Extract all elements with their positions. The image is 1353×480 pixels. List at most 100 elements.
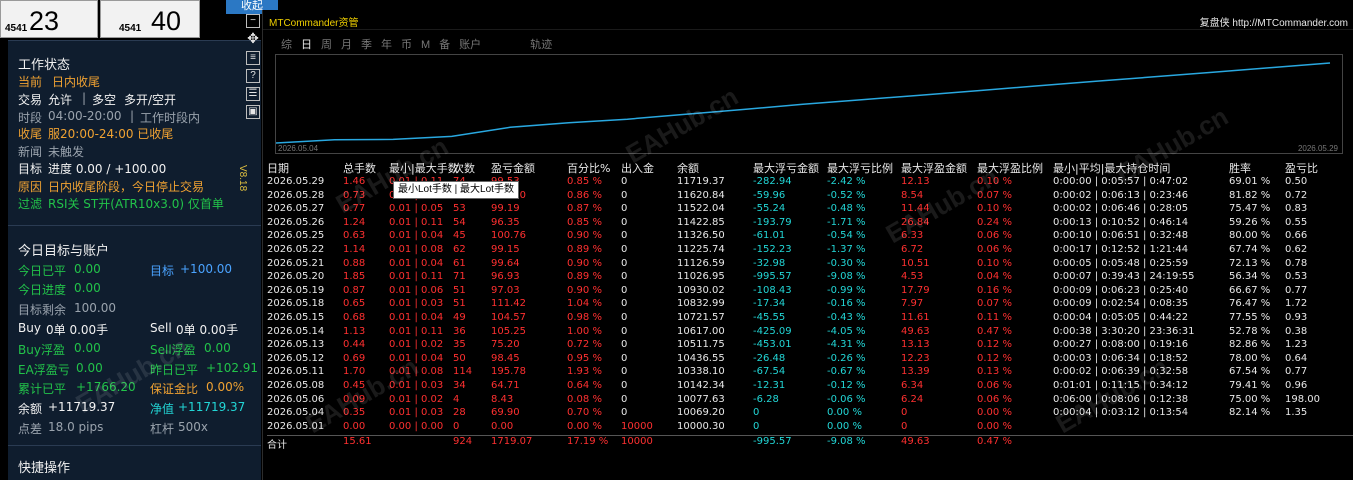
- cell: -0.99 %: [827, 284, 866, 296]
- cell: 10.51: [901, 257, 930, 269]
- cell: 0.11 %: [977, 312, 1012, 323]
- cell: 0.90 %: [567, 257, 602, 269]
- summary-row: 合计 15.61 924 1719.07 17.19 % 10000 -995.57 -9.0…: [267, 435, 1353, 451]
- cell: 51: [453, 284, 466, 296]
- status-title: 工作状态: [18, 58, 71, 73]
- cell: -0.26 %: [827, 352, 866, 364]
- cell: 0: [901, 420, 908, 432]
- cell: 0: [621, 284, 628, 296]
- cell: 67.54 %: [1229, 366, 1271, 378]
- cell: 6.72: [901, 244, 924, 255]
- tab-10[interactable]: 轨迹: [530, 39, 552, 51]
- cell: 64.71: [491, 380, 520, 391]
- price-prefix: 4541: [119, 23, 142, 34]
- cell: 0.01 | 0.03: [389, 298, 444, 310]
- cell: 105.25: [491, 325, 526, 337]
- cell: 0.00: [491, 420, 514, 432]
- cell: -12.31: [753, 380, 786, 391]
- cell: 最大浮亏比例: [827, 162, 893, 175]
- cell: 0:00:02 | 0:06:13 | 0:23:46: [1053, 189, 1189, 201]
- author-link[interactable]: 复盘侠 http://MTCommander.com: [1200, 14, 1348, 29]
- doc-icon[interactable]: ≡: [246, 51, 260, 65]
- cell: 11422.85: [677, 216, 725, 228]
- cell: 胜率: [1229, 162, 1251, 175]
- tab-1[interactable]: 日: [301, 39, 312, 51]
- cell: 4.53: [901, 271, 924, 283]
- cell: 0.72 %: [567, 339, 602, 351]
- reason-label: 原因: [18, 180, 43, 194]
- cell: 1.85: [343, 271, 366, 283]
- cell: 11719.37: [677, 176, 725, 187]
- cell: 2026.05.19: [267, 284, 325, 296]
- list-icon[interactable]: ☰: [246, 87, 260, 101]
- cell: 195.78: [491, 366, 526, 378]
- filter-label: 过滤: [18, 197, 43, 211]
- cell: 1.00 %: [567, 325, 602, 337]
- cell: 0.90 %: [567, 284, 602, 296]
- tab-5[interactable]: 年: [381, 39, 392, 51]
- save-icon[interactable]: ▣: [246, 105, 260, 119]
- cell: 98.45: [491, 352, 520, 364]
- tab-6[interactable]: 币: [401, 39, 412, 51]
- cell: -995.57: [753, 436, 792, 448]
- equity-label: 净值: [150, 402, 175, 416]
- cell: 0.16 %: [977, 284, 1012, 296]
- tab-8[interactable]: 备: [439, 39, 450, 51]
- cell: 1.93 %: [567, 366, 602, 378]
- quick-actions-title: 快捷操作: [18, 461, 71, 476]
- cell: 11225.74: [677, 244, 725, 255]
- cell: 0.50: [1285, 176, 1308, 187]
- cell: 0: [621, 189, 628, 201]
- tab-9[interactable]: 账户: [459, 39, 481, 51]
- tab-3[interactable]: 月: [341, 39, 352, 51]
- reason-value: 日内收尾阶段，今日停止交易: [48, 180, 205, 194]
- cell: 0:00:38 | 3:30:20 | 23:36:31: [1053, 325, 1195, 337]
- cell: 49.63: [901, 436, 930, 448]
- cell: 17.79: [901, 284, 930, 296]
- tab-4[interactable]: 季: [361, 39, 372, 51]
- table-row: 2026.05.20 1.85 0.01 | 0.11 71 96.93 0.89 % 0 1…: [267, 271, 1353, 284]
- move-icon[interactable]: ✥: [246, 31, 260, 46]
- cell: 10077.63: [677, 393, 725, 405]
- buy-float-label: Buy浮盈: [18, 343, 65, 357]
- cell: -26.48: [753, 352, 786, 364]
- cell: 11326.50: [677, 230, 725, 242]
- cell: 61: [453, 257, 466, 269]
- cell: -32.98: [753, 257, 786, 269]
- tab-7[interactable]: M: [421, 39, 430, 51]
- cell: -45.55: [753, 312, 786, 323]
- cell: 0: [621, 230, 628, 242]
- cell: 7.97: [901, 298, 924, 310]
- cell: 0.70 %: [567, 407, 602, 419]
- cell: 10338.10: [677, 366, 725, 378]
- tab-0[interactable]: 综: [281, 39, 292, 51]
- cell: 2026.05.08: [267, 380, 325, 391]
- close-label: 收尾: [18, 127, 43, 141]
- cell: 0: [621, 339, 628, 351]
- target2-label: 目标: [150, 264, 175, 278]
- cell: 2026.05.22: [267, 244, 325, 255]
- cell: 0.95 %: [567, 352, 602, 364]
- help-icon[interactable]: ?: [246, 69, 260, 83]
- price-box-ask: 4541 40: [100, 0, 200, 38]
- cell: 75.47 %: [1229, 203, 1271, 215]
- table-row: 2026.05.12 0.69 0.01 | 0.04 50 98.45 0.95 % 0 1…: [267, 353, 1353, 366]
- cell: 15.61: [343, 436, 372, 448]
- yesterday-value: +102.91: [206, 361, 259, 375]
- cell: -0.54 %: [827, 230, 866, 242]
- cell: -6.28: [753, 393, 779, 405]
- cell: 2026.05.20: [267, 271, 325, 283]
- minus-icon[interactable]: −: [246, 14, 260, 28]
- cell: 67.74 %: [1229, 244, 1271, 255]
- cell: 0.89 %: [567, 271, 602, 283]
- table-row: 2026.05.04 0.35 0.01 | 0.03 28 69.90 0.70 % 0 1…: [267, 407, 1353, 420]
- cell: 10142.34: [677, 380, 725, 391]
- tab-2[interactable]: 周: [321, 39, 332, 51]
- cell: 0.47 %: [977, 436, 1012, 448]
- cell: 62: [453, 244, 466, 255]
- cell: 百分比%: [567, 162, 611, 175]
- cell: 2026.05.11: [267, 366, 325, 378]
- cell: -55.24: [753, 203, 786, 215]
- cell: 0.77: [1285, 366, 1308, 378]
- spread-value: 18.0 pips: [48, 420, 104, 434]
